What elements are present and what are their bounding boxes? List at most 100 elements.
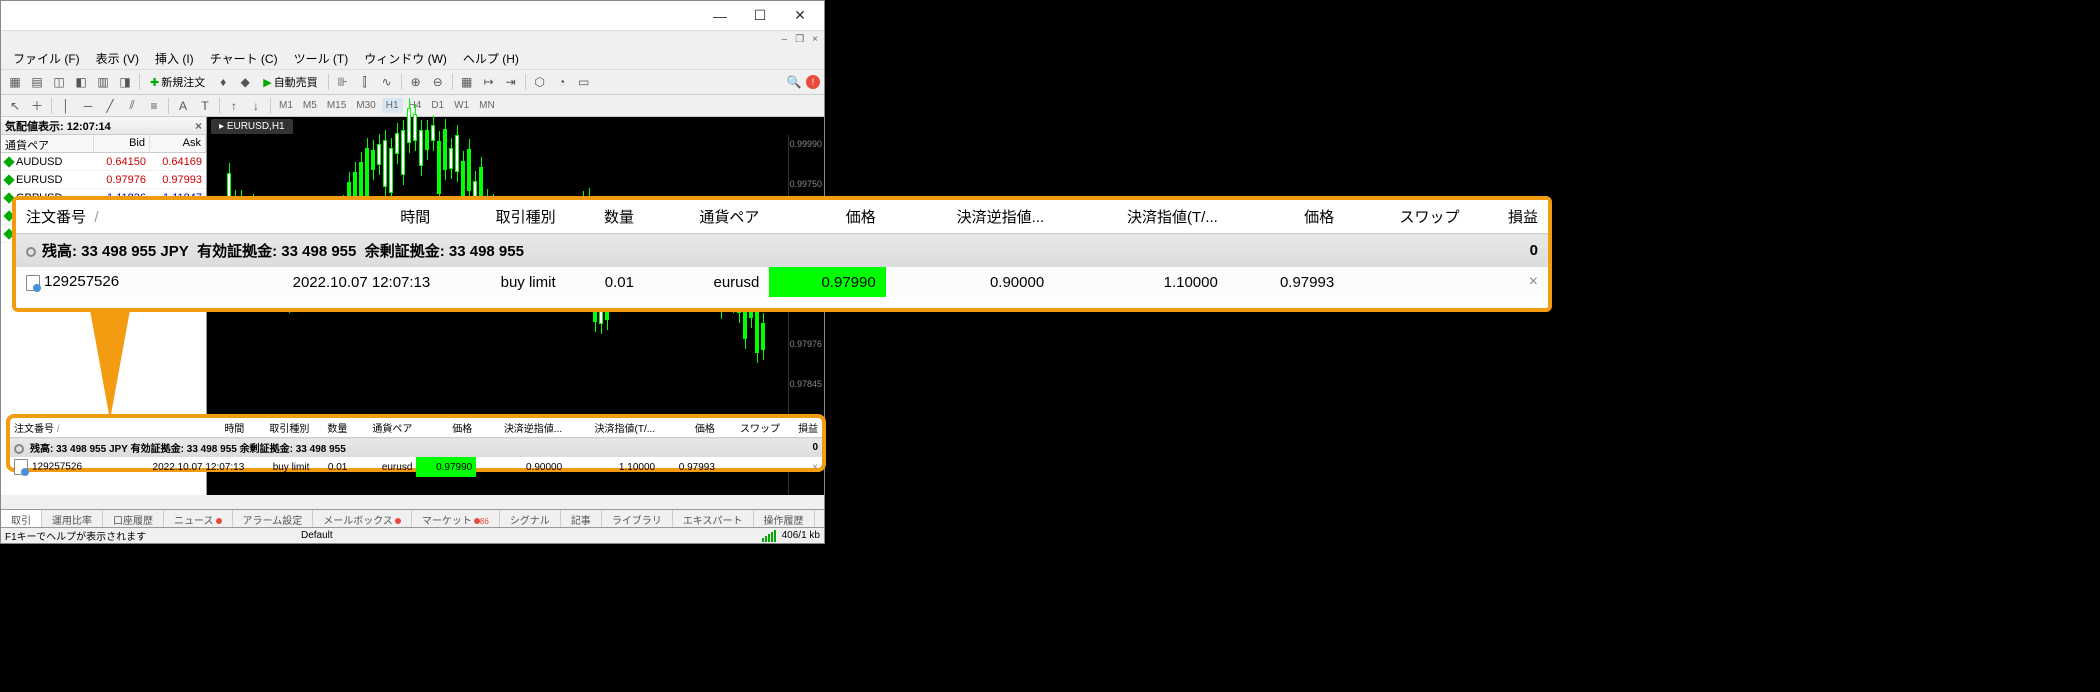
auto-scroll-icon[interactable]: ⇥ (501, 72, 521, 92)
periods-icon[interactable]: ◔ (552, 72, 572, 92)
tf-d1[interactable]: D1 (427, 98, 448, 113)
menu-insert[interactable]: 挿入 (I) (147, 48, 202, 69)
trendline-icon[interactable]: ╱ (100, 96, 120, 116)
candle-chart-icon[interactable]: ⫿ (355, 72, 375, 92)
order-close-icon[interactable]: × (1529, 273, 1538, 290)
market-watch-icon[interactable]: ◫ (49, 72, 69, 92)
tab-8[interactable]: 記事 (561, 510, 602, 527)
status-profile: Default (301, 530, 333, 541)
line-chart-icon[interactable]: ∿ (377, 72, 397, 92)
close-button[interactable]: ✕ (780, 4, 820, 28)
chart-tab[interactable]: ▸ EURUSD,H1 (211, 119, 293, 134)
market-watch-row[interactable]: AUDUSD0.641500.64169 (1, 153, 206, 171)
zoom-out-icon[interactable]: ⊖ (428, 72, 448, 92)
menu-file[interactable]: ファイル (F) (5, 48, 88, 69)
arrow-up-icon[interactable]: ↑ (224, 96, 244, 116)
templates-icon[interactable]: ▭ (574, 72, 594, 92)
crosshair-icon[interactable]: ＋ (27, 96, 47, 116)
zoom-in-icon[interactable]: ⊕ (406, 72, 426, 92)
col-order[interactable]: 注文番号 / (16, 200, 193, 234)
alert-badge[interactable]: ! (806, 75, 820, 89)
col-tp[interactable]: 決済指値(T/... (1054, 200, 1228, 234)
tab-3[interactable]: ニュース (164, 510, 233, 527)
indicators-icon[interactable]: ⬡ (530, 72, 550, 92)
expert-icon[interactable]: ◆ (235, 72, 255, 92)
fibo-icon[interactable]: ≡ (144, 96, 164, 116)
auto-trade-button[interactable]: ▶自動売買 (257, 72, 323, 92)
col-swap[interactable]: スワップ (1344, 200, 1469, 234)
tab-6[interactable]: マーケット86 (412, 510, 500, 527)
balance-pl: 0 (1470, 234, 1548, 268)
mw-col-ask[interactable]: Ask (150, 135, 206, 152)
new-order-button[interactable]: ✚新規注文 (144, 72, 211, 92)
tab-0[interactable]: 取引 (1, 510, 42, 527)
search-icon[interactable]: 🔍 (784, 72, 804, 92)
bar-chart-icon[interactable]: ⊪ (333, 72, 353, 92)
menu-chart[interactable]: チャート (C) (202, 48, 286, 69)
callout-connector (90, 310, 130, 420)
minimize-button[interactable]: — (700, 4, 740, 28)
tab-4[interactable]: アラーム設定 (233, 510, 314, 527)
order-icon (26, 275, 40, 291)
tile-icon[interactable]: ▦ (457, 72, 477, 92)
text-icon[interactable]: A (173, 96, 193, 116)
cursor-icon[interactable]: ↖ (5, 96, 25, 116)
mdi-maximize[interactable]: ❐ (795, 34, 804, 45)
mdi-minimize[interactable]: – (782, 34, 788, 45)
col-time[interactable]: 時間 (193, 200, 440, 234)
maximize-button[interactable]: ☐ (740, 4, 780, 28)
title-bar: — ☐ ✕ (1, 1, 824, 31)
header-row: 注文番号 / 時間 取引種別 数量 通貨ペア 価格 決済逆指値... 決済指値(… (16, 200, 1548, 234)
col-symbol[interactable]: 通貨ペア (644, 200, 769, 234)
shift-icon[interactable]: ↦ (479, 72, 499, 92)
col-sl[interactable]: 決済逆指値... (886, 200, 1054, 234)
mdi-close[interactable]: × (812, 34, 818, 45)
col-price[interactable]: 価格 (769, 200, 885, 234)
toolbar-main: ▦ ▤ ◫ ◧ ▥ ◨ ✚新規注文 ♦ ◆ ▶自動売買 ⊪ ⫿ ∿ ⊕ ⊖ ▦ … (1, 69, 824, 95)
vline-icon[interactable]: │ (56, 96, 76, 116)
tab-10[interactable]: エキスパート (673, 510, 754, 527)
nav-icon[interactable]: ◧ (71, 72, 91, 92)
tf-w1[interactable]: W1 (450, 98, 473, 113)
new-chart-icon[interactable]: ▦ (5, 72, 25, 92)
market-watch-row[interactable]: EURUSD0.979760.97993 (1, 171, 206, 189)
menu-tools[interactable]: ツール (T) (286, 48, 357, 69)
tf-h1[interactable]: H1 (382, 98, 403, 113)
menu-help[interactable]: ヘルプ (H) (455, 48, 527, 69)
tab-1[interactable]: 運用比率 (42, 510, 103, 527)
mw-col-symbol[interactable]: 通貨ペア (1, 135, 94, 152)
col-type[interactable]: 取引種別 (440, 200, 565, 234)
mw-col-bid[interactable]: Bid (94, 135, 150, 152)
tf-m5[interactable]: M5 (299, 98, 321, 113)
tf-m1[interactable]: M1 (275, 98, 297, 113)
tf-m15[interactable]: M15 (323, 98, 350, 113)
status-help: F1キーでヘルプが表示されます (5, 528, 146, 543)
metaquotes-icon[interactable]: ♦ (213, 72, 233, 92)
order-row[interactable]: 129257526 2022.10.07 12:07:13 buy limit … (16, 267, 1548, 297)
tab-5[interactable]: メールボックス (313, 510, 412, 527)
balance-icon (26, 247, 36, 257)
tf-m30[interactable]: M30 (352, 98, 379, 113)
menu-window[interactable]: ウィンドウ (W) (356, 48, 455, 69)
terminal-panel-small: 注文番号 / 時間取引種別 数量通貨ペア 価格決済逆指値... 決済指値(T/.… (6, 414, 826, 472)
label-icon[interactable]: T (195, 96, 215, 116)
market-watch-title: 気配値表示: 12:07:14 (5, 118, 111, 134)
tf-mn[interactable]: MN (475, 98, 499, 113)
tab-7[interactable]: シグナル (500, 510, 561, 527)
market-watch-close-icon[interactable]: × (195, 119, 202, 133)
terminal-icon[interactable]: ▥ (93, 72, 113, 92)
terminal-callout: 注文番号 / 時間 取引種別 数量 通貨ペア 価格 決済逆指値... 決済指値(… (12, 196, 1552, 312)
col-pl[interactable]: 損益 (1470, 200, 1548, 234)
col-price2[interactable]: 価格 (1228, 200, 1344, 234)
tab-11[interactable]: 操作履歴 (754, 510, 815, 527)
balance-row: 残高: 33 498 955 JPY 有効証拠金: 33 498 955 余剰証… (16, 234, 1548, 268)
tab-9[interactable]: ライブラリ (602, 510, 673, 527)
col-vol[interactable]: 数量 (566, 200, 644, 234)
channel-icon[interactable]: ⫽ (122, 96, 142, 116)
menu-view[interactable]: 表示 (V) (88, 48, 147, 69)
hline-icon[interactable]: ─ (78, 96, 98, 116)
arrow-down-icon[interactable]: ↓ (246, 96, 266, 116)
tester-icon[interactable]: ◨ (115, 72, 135, 92)
tab-2[interactable]: 口座履歴 (103, 510, 164, 527)
profiles-icon[interactable]: ▤ (27, 72, 47, 92)
